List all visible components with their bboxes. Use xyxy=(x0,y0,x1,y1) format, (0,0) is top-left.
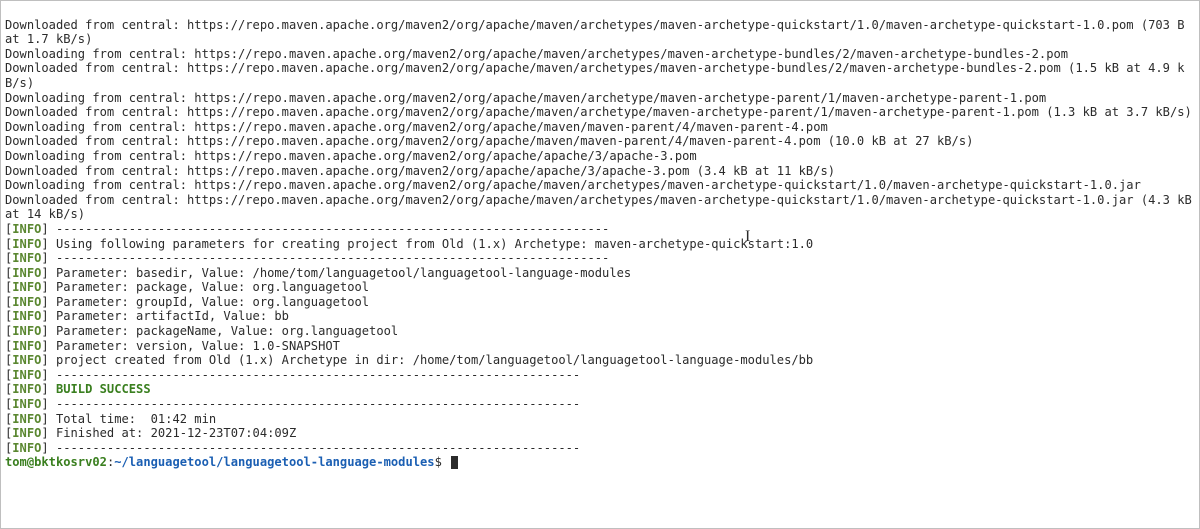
terminal-window[interactable]: Downloaded from central: https://repo.ma… xyxy=(0,0,1200,529)
info-sep-line: ----------------------------------------… xyxy=(56,251,609,265)
info-tag: [INFO] xyxy=(5,426,49,440)
download-line: Downloaded from central: https://repo.ma… xyxy=(5,164,835,178)
download-line: Downloaded from central: https://repo.ma… xyxy=(5,61,1185,90)
download-line: Downloaded from central: https://repo.ma… xyxy=(5,134,973,148)
info-tag: [INFO] xyxy=(5,324,49,338)
info-tag: [INFO] xyxy=(5,251,49,265)
download-line: Downloading from central: https://repo.m… xyxy=(5,91,1046,105)
info-tag: [INFO] xyxy=(5,441,49,455)
download-line: Downloading from central: https://repo.m… xyxy=(5,47,1068,61)
info-tag: [INFO] xyxy=(5,353,49,367)
info-tag: [INFO] xyxy=(5,266,49,280)
info-tag: [INFO] xyxy=(5,222,49,236)
info-param: Parameter: packageName, Value: org.langu… xyxy=(56,324,398,338)
info-message: Using following parameters for creating … xyxy=(56,237,813,251)
prompt-path: ~/languagetool/languagetool-language-mod… xyxy=(114,455,434,469)
info-param: Parameter: basedir, Value: /home/tom/lan… xyxy=(56,266,631,280)
info-tag: [INFO] xyxy=(5,368,49,382)
download-line: Downloading from central: https://repo.m… xyxy=(5,178,1141,192)
info-total-time: Total time: 01:42 min xyxy=(56,412,216,426)
info-param: Parameter: groupId, Value: org.languaget… xyxy=(56,295,369,309)
prompt-user-host: tom@bktkosrv02 xyxy=(5,455,107,469)
info-finished-at: Finished at: 2021-12-23T07:04:09Z xyxy=(56,426,296,440)
build-success: BUILD SUCCESS xyxy=(56,382,151,396)
info-sep-line: ----------------------------------------… xyxy=(56,222,609,236)
info-tag: [INFO] xyxy=(5,309,49,323)
info-sep-bold: ----------------------------------------… xyxy=(56,397,580,411)
info-tag: [INFO] xyxy=(5,339,49,353)
info-param: Parameter: version, Value: 1.0-SNAPSHOT xyxy=(56,339,340,353)
info-tag: [INFO] xyxy=(5,237,49,251)
download-line: Downloading from central: https://repo.m… xyxy=(5,149,697,163)
info-project-created: project created from Old (1.x) Archetype… xyxy=(56,353,813,367)
prompt-dollar: $ xyxy=(435,455,450,469)
info-param: Parameter: artifactId, Value: bb xyxy=(56,309,289,323)
info-tag: [INFO] xyxy=(5,382,49,396)
info-sep-bold: ----------------------------------------… xyxy=(56,441,580,455)
download-line: Downloaded from central: https://repo.ma… xyxy=(5,193,1199,222)
info-tag: [INFO] xyxy=(5,295,49,309)
download-line: Downloading from central: https://repo.m… xyxy=(5,120,828,134)
info-tag: [INFO] xyxy=(5,280,49,294)
info-tag: [INFO] xyxy=(5,412,49,426)
info-param: Parameter: package, Value: org.languaget… xyxy=(56,280,369,294)
download-line: Downloaded from central: https://repo.ma… xyxy=(5,105,1192,119)
info-sep-bold: ----------------------------------------… xyxy=(56,368,580,382)
terminal-cursor xyxy=(451,456,458,469)
info-tag: [INFO] xyxy=(5,397,49,411)
download-line: Downloaded from central: https://repo.ma… xyxy=(5,18,1192,47)
